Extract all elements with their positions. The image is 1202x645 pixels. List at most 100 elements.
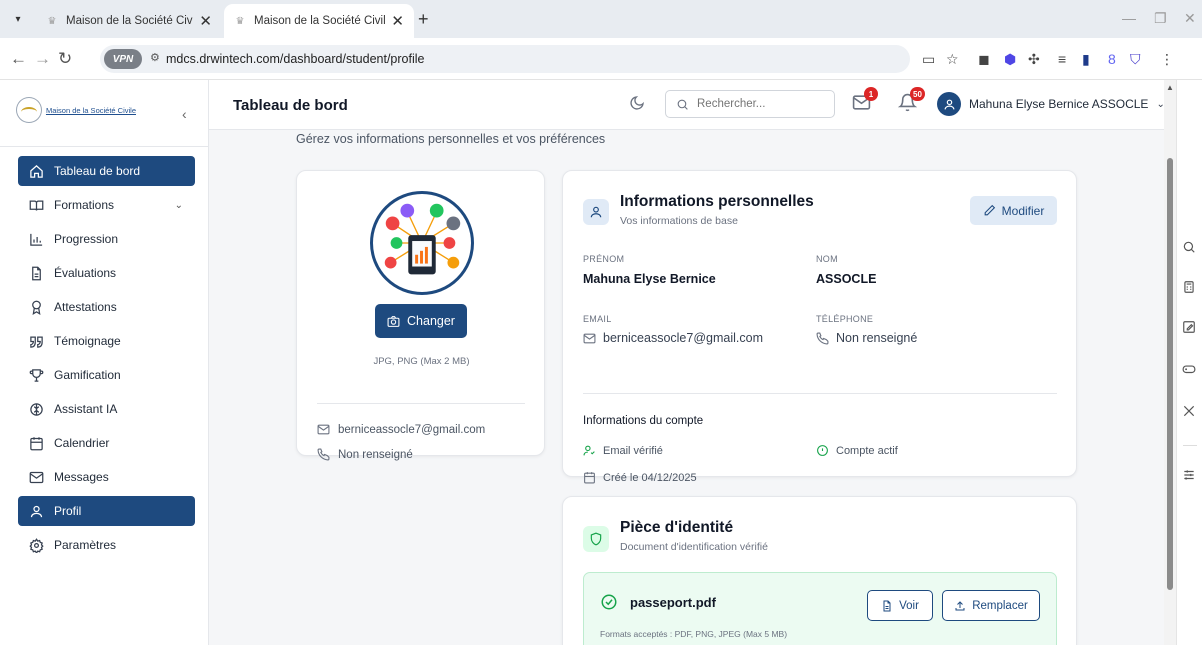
phone-icon (317, 448, 330, 461)
scroll-up-icon[interactable]: ▲ (1166, 83, 1174, 92)
trophy-icon (28, 367, 44, 383)
edit-label: Modifier (1001, 203, 1045, 218)
settings-icon (28, 537, 44, 553)
phone-text: Non renseigné (836, 331, 918, 345)
profile-email-text: berniceassocle7@gmail.com (338, 423, 486, 436)
customize-sliders-icon[interactable] (1182, 468, 1196, 482)
sidebar-item-label: Messages (54, 470, 109, 484)
section-subtitle: Vos informations de base (620, 215, 738, 227)
window-close-icon[interactable]: ✕ (1184, 10, 1196, 27)
tab-title: Maison de la Société Civile - Pla (66, 15, 193, 27)
page-scrollbar[interactable]: ▲ (1164, 80, 1176, 645)
back-icon[interactable]: ← (10, 49, 27, 69)
chevron-down-icon[interactable]: ⌄ (175, 200, 183, 211)
bar-chart-icon (28, 231, 44, 247)
sidebar-item-progression[interactable]: Progression (18, 224, 195, 254)
replace-file-button[interactable]: Remplacer (942, 590, 1040, 621)
tab-close-icon[interactable]: ✕ (199, 12, 212, 30)
sidebar-item-label: Témoignage (54, 334, 121, 348)
user-icon (28, 503, 44, 519)
tab-close-icon[interactable]: ✕ (391, 12, 404, 30)
search-box[interactable] (665, 90, 835, 118)
check-circle-icon (600, 593, 618, 611)
gamepad-icon[interactable] (1182, 362, 1196, 376)
personal-info-card: Informations personnelles Vos informatio… (562, 170, 1077, 484)
last-name-value: ASSOCLE (816, 272, 877, 286)
tools-icon[interactable] (1182, 404, 1196, 418)
browser-tab-active[interactable]: ♛ Maison de la Société Civile - Pla ✕ (224, 4, 414, 38)
minimize-icon[interactable]: — (1122, 10, 1136, 26)
bookmark-star-icon[interactable]: ☆ (946, 51, 959, 68)
divider (0, 146, 209, 147)
extension-icon[interactable]: ◼ (978, 51, 990, 68)
edit-note-icon[interactable] (1182, 320, 1196, 334)
scrollbar-thumb[interactable] (1167, 158, 1173, 590)
sidebar-item-profil[interactable]: Profil (18, 496, 195, 526)
url-field[interactable]: VPN ⚙ mdcs.drwintech.com/dashboard/stude… (100, 45, 910, 73)
cast-icon[interactable]: ▭ (922, 51, 935, 68)
calculator-icon[interactable] (1182, 280, 1196, 294)
sidebar-item-formations[interactable]: Formations ⌄ (18, 190, 195, 220)
messages-badge: 1 (864, 87, 878, 101)
collapse-sidebar-icon[interactable]: ‹ (182, 106, 187, 122)
vpn-badge[interactable]: VPN (104, 49, 142, 69)
logo-text: Maison de la Société Civile (45, 105, 136, 115)
browser-tab[interactable]: ♛ Maison de la Société Civile - Pla ✕ (36, 4, 222, 38)
email-verified-text: Email vérifié (603, 444, 663, 457)
change-photo-button[interactable]: Changer (375, 304, 467, 338)
last-name-label: NOM (816, 254, 838, 264)
extensions-puzzle-icon[interactable]: ✣ (1028, 51, 1040, 68)
search-input[interactable] (697, 98, 817, 110)
sidebar-item-messages[interactable]: Messages (18, 462, 195, 492)
view-file-button[interactable]: Voir (867, 590, 933, 621)
profile-extension-icon[interactable]: 8 (1108, 51, 1116, 67)
maximize-icon[interactable]: ❐ (1154, 10, 1167, 27)
theme-toggle-moon-icon[interactable] (629, 95, 645, 114)
search-page-icon[interactable] (1182, 240, 1196, 254)
profile-phone-text: Non renseigné (338, 448, 413, 461)
new-tab-icon[interactable]: + (418, 9, 429, 30)
profile-illustration-icon (374, 195, 470, 291)
photo-formats-hint: JPG, PNG (Max 2 MB) (373, 356, 470, 367)
sidebar-item-label: Assistant IA (54, 402, 118, 416)
first-name-label: PRÉNOM (583, 254, 625, 264)
change-photo-label: Changer (407, 314, 455, 328)
email-text: berniceassocle7@gmail.com (603, 331, 763, 345)
sidebar-item-calendrier[interactable]: Calendrier (18, 428, 195, 458)
shield-check-icon[interactable]: ⛉ (1130, 51, 1141, 68)
info-circle-icon (816, 444, 829, 457)
favicon-icon: ♛ (235, 15, 245, 27)
sidebar-item-evaluations[interactable]: Évaluations (18, 258, 195, 288)
sidebar-item-label: Calendrier (54, 436, 110, 450)
search-icon (676, 98, 689, 111)
sidebar-item-gamification[interactable]: Gamification (18, 360, 195, 390)
notifications-button[interactable]: 50 (897, 87, 925, 115)
app-logo[interactable]: Maison de la Société Civile (16, 94, 136, 126)
reload-icon[interactable]: ↻ (58, 49, 72, 69)
browser-menu-icon[interactable]: ⋮ (1160, 51, 1174, 68)
sidebar-item-temoignage[interactable]: Témoignage (18, 326, 195, 356)
sidebar-item-assistant-ia[interactable]: Assistant IA (18, 394, 195, 424)
tab-title: Maison de la Société Civile - Pla (254, 15, 386, 27)
favicon-icon: ♛ (47, 15, 57, 27)
url-text[interactable]: mdcs.drwintech.com/dashboard/student/pro… (166, 52, 424, 66)
edit-button[interactable]: Modifier (970, 196, 1057, 225)
pencil-icon (983, 204, 996, 217)
site-settings-icon[interactable]: ⚙ (150, 51, 160, 64)
profile-phone: Non renseigné (317, 448, 413, 461)
phone-value: Non renseigné (816, 331, 917, 345)
camera-icon (387, 315, 400, 328)
sidebar-item-tableau-de-bord[interactable]: Tableau de bord (18, 156, 195, 186)
reading-list-icon[interactable]: ≡ (1058, 51, 1066, 67)
extension-shield-icon[interactable]: ⬢ (1004, 51, 1016, 68)
forward-icon[interactable]: → (34, 49, 51, 69)
user-menu[interactable]: Mahuna Elyse Bernice ASSOCLE ⌄ (937, 92, 1165, 116)
sidebar-item-parametres[interactable]: Paramètres (18, 530, 195, 560)
envelope-icon (852, 95, 871, 115)
section-title: Informations personnelles (620, 193, 814, 210)
sidebar-toggle-icon[interactable]: ▮ (1082, 51, 1090, 68)
section-subtitle: Document d'identification vérifié (620, 541, 768, 553)
tab-search-chevron-icon[interactable]: ▾ (8, 10, 28, 28)
sidebar-item-attestations[interactable]: Attestations (18, 292, 195, 322)
messages-button[interactable]: 1 (852, 87, 878, 115)
